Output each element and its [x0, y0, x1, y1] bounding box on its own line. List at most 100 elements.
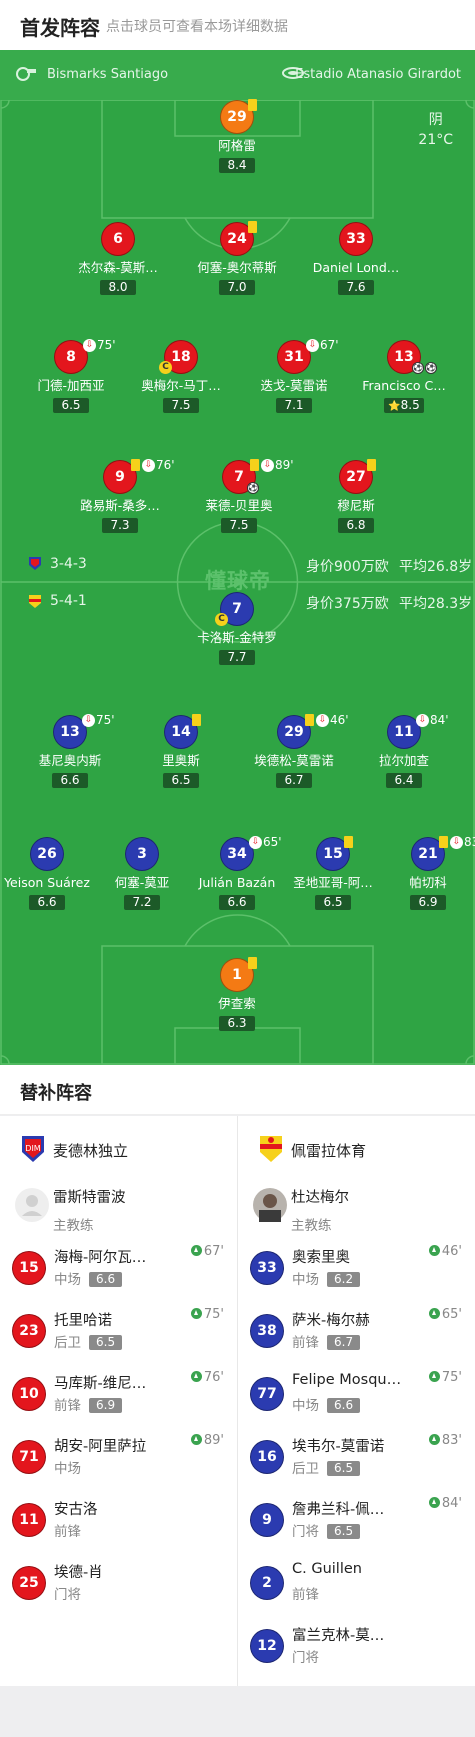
away-coach[interactable]: 杜达梅尔 主教练	[253, 1186, 349, 1234]
sub-name: 托里哈诺	[54, 1313, 112, 1329]
home-player-33[interactable]: 33 Daniel Lond… 7.6	[296, 222, 416, 295]
away-sub-38[interactable]: 38 萨米-梅尔赫 前锋 6.7 65'	[238, 1301, 468, 1357]
lineup-title: 首发阵容	[20, 16, 100, 40]
sub-number: 38	[250, 1314, 284, 1348]
sub-position-label: 门将	[54, 1587, 81, 1603]
stadium-name: Estadio Atanasio Girardot	[295, 67, 461, 82]
home-player-27[interactable]: 27 穆尼斯 6.8	[296, 459, 416, 533]
player-name: 阿格雷	[218, 138, 256, 153]
sub-out-icon: ⇩	[83, 339, 96, 352]
sub-number: 25	[12, 1566, 46, 1600]
sub-rating: 6.5	[89, 1335, 123, 1350]
weather: 阴 21°C	[418, 110, 453, 150]
player-rating: 7.5	[221, 518, 257, 533]
home-sub-15[interactable]: 15 海梅-阿尔瓦… 中场 6.6 67'	[0, 1238, 230, 1294]
rating-value: 7.3	[110, 518, 130, 532]
match-info-bar: Bismarks Santiago Estadio Atanasio Girar…	[0, 50, 475, 100]
home-team-logo-icon: DIM	[22, 1136, 44, 1162]
away-player-1[interactable]: 1 伊查索 6.3	[177, 957, 297, 1031]
sub-out-icon: ⇩	[316, 714, 329, 727]
sub-name: 胡安-阿里萨拉	[54, 1439, 147, 1455]
home-player-31[interactable]: 31 ⇩ 67' 迭戈-莫雷诺 7.1	[234, 338, 354, 413]
home-player-29[interactable]: 29 阿格雷 8.4	[177, 99, 297, 173]
away-coach-role: 主教练	[291, 1218, 332, 1234]
rating-value: 7.7	[227, 650, 247, 664]
home-sub-23[interactable]: 23 托里哈诺 后卫 6.5 75'	[0, 1301, 230, 1357]
sub-rating: 6.9	[89, 1398, 123, 1413]
away-player-21[interactable]: 21⇩83'帕切科6.9	[368, 835, 475, 910]
sub-position-label: 前锋	[292, 1335, 319, 1351]
home-coach-role: 主教练	[53, 1218, 94, 1234]
referee-name: Bismarks Santiago	[47, 67, 169, 82]
home-player-8[interactable]: 8 ⇩ 75' 门德-加西亚 6.5	[11, 338, 131, 413]
sub-out-minute: 76'	[156, 458, 175, 472]
sub-in-minute: 84'	[441, 1496, 462, 1511]
away-player-7[interactable]: 7 C 卡洛斯-金特罗 7.7	[177, 592, 297, 665]
pitch: Bismarks Santiago Estadio Atanasio Girar…	[0, 50, 475, 1065]
home-sub-71[interactable]: 71 胡安-阿里萨拉 中场 89'	[0, 1427, 230, 1483]
home-coach[interactable]: 雷斯特雷波 主教练	[15, 1186, 126, 1234]
player-name: 穆尼斯	[337, 498, 375, 513]
away-sub-12[interactable]: 12 富兰克林-莫… 门将	[238, 1616, 468, 1672]
sub-in: 84'	[428, 1496, 462, 1511]
away-sub-16[interactable]: 16 埃韦尔-莫雷诺 后卫 6.5 83'	[238, 1427, 468, 1483]
away-sub-2[interactable]: 2 C. Guillen 前锋	[238, 1553, 468, 1609]
sub-in-minute: 89'	[203, 1433, 224, 1448]
player-name: 杰尔森-莫斯…	[78, 260, 158, 275]
home-coach-name: 雷斯特雷波	[53, 1190, 126, 1206]
player-name: 莱德-贝里奥	[205, 498, 273, 513]
away-player-11[interactable]: 11 ⇩ 84' 拉尔加查 6.4	[344, 713, 464, 788]
sub-rating: 6.5	[327, 1524, 361, 1539]
coach-photo-icon	[259, 1194, 281, 1222]
rating-value: 7.5	[171, 398, 191, 412]
home-coach-avatar	[15, 1188, 49, 1222]
whistle-icon	[16, 67, 36, 81]
sub-in-icon	[190, 1371, 202, 1382]
home-player-6[interactable]: 6 杰尔森-莫斯… 8.0	[58, 222, 178, 295]
player-rating: 6.3	[219, 1016, 255, 1031]
home-player-18[interactable]: 18 C 奥梅尔-马丁… 7.5	[121, 340, 241, 413]
yellow-card-icon	[192, 714, 201, 726]
home-sub-11[interactable]: 11 安古洛 前锋	[0, 1490, 230, 1546]
home-player-7[interactable]: 7 ⇩ 89' ⚽ 莱德-贝里奥 7.5	[179, 458, 299, 533]
sub-number: 11	[12, 1503, 46, 1537]
home-team-badge-icon	[29, 557, 41, 570]
away-avg-age: 平均28.3岁	[399, 596, 473, 612]
away-player-13[interactable]: 13 ⇩ 75' 基尼奥内斯 6.6	[10, 713, 130, 788]
rating-value: 8.5	[400, 398, 420, 412]
sub-in-minute: 75'	[203, 1307, 224, 1322]
home-team-name[interactable]: DIM 麦德林独立	[22, 1136, 128, 1162]
yellow-card-icon	[344, 836, 353, 848]
sub-position: 门将	[54, 1583, 81, 1603]
home-sub-25[interactable]: 25 埃德-肖 门将	[0, 1553, 230, 1609]
player-rating: 6.5	[163, 773, 199, 788]
player-name: 迭戈-莫雷诺	[260, 378, 328, 393]
sub-position: 前锋	[54, 1520, 81, 1540]
home-player-13[interactable]: 13 ⚽ ⚽ Francisco C… ⭐8.5	[344, 340, 464, 413]
away-player-29[interactable]: 29 ⇩ 46' 埃德松-莫雷诺 6.7	[234, 713, 354, 788]
subs-header: 替补阵容	[0, 1065, 475, 1115]
home-sub-10[interactable]: 10 马库斯-维尼… 前锋 6.9 76'	[0, 1364, 230, 1420]
sub-out-icon: ⇩	[261, 459, 274, 472]
away-team-label: 佩雷拉体育	[291, 1142, 367, 1160]
sub-number: 16	[250, 1440, 284, 1474]
away-sub-77[interactable]: 77 Felipe Mosqu… 中场 6.6 75'	[238, 1364, 468, 1420]
away-sub-33[interactable]: 33 奥索里奥 中场 6.2 46'	[238, 1238, 468, 1294]
sub-position: 后卫 6.5	[292, 1457, 361, 1477]
sub-name: Felipe Mosqu…	[292, 1372, 402, 1388]
sub-position: 门将 6.5	[292, 1520, 361, 1540]
away-team-logo-icon	[260, 1136, 282, 1162]
away-player-14[interactable]: 14 里奥斯 6.5	[121, 714, 241, 788]
home-player-9[interactable]: 9 ⇩ 76' 路易斯-桑多… 7.3	[60, 458, 180, 533]
sub-out-minute: 75'	[97, 338, 116, 352]
sub-position: 中场 6.6	[54, 1268, 123, 1288]
away-sub-9[interactable]: 9 詹弗兰科-佩… 门将 6.5 84'	[238, 1490, 468, 1546]
home-player-24[interactable]: 24 何塞-奥尔蒂斯 7.0	[177, 221, 297, 295]
player-name: 奥梅尔-马丁…	[141, 378, 221, 393]
away-team-name[interactable]: 佩雷拉体育	[260, 1136, 367, 1162]
player-rating: ⭐8.5	[384, 398, 424, 413]
sub-position-label: 后卫	[54, 1335, 81, 1351]
sub-in: 46'	[428, 1244, 462, 1259]
sub-in: 75'	[190, 1307, 224, 1322]
player-number: 26	[30, 837, 64, 871]
